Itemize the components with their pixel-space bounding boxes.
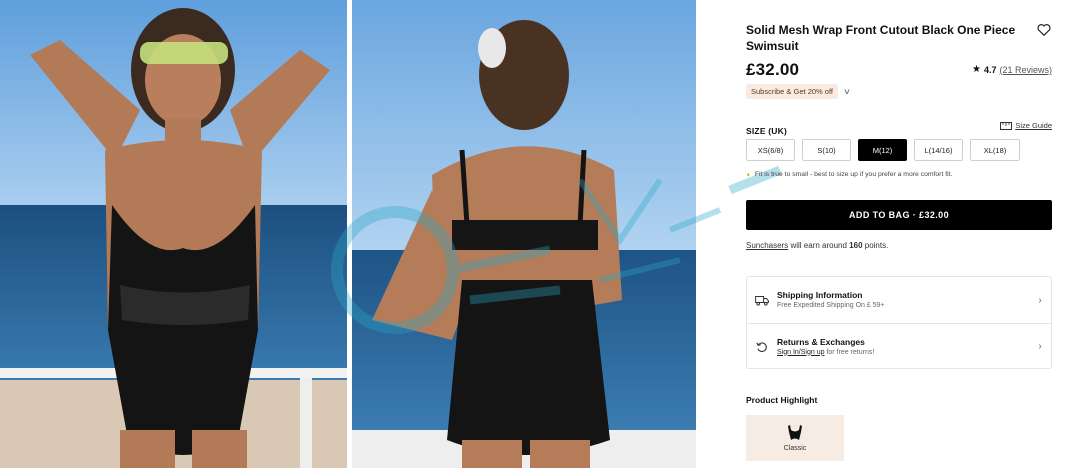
product-title: Solid Mesh Wrap Front Cutout Black One P… [746, 23, 1016, 53]
shipping-title: Shipping Information [777, 290, 863, 300]
subscribe-promo-badge[interactable]: Subscribe & Get 20% off [746, 84, 838, 99]
points-note: Sunchasers will earn around 160 points. [746, 241, 888, 250]
fit-note: ◗ Fit is true to small - best to size up… [746, 170, 952, 179]
shipping-info-text: Shipping Information Free Expedited Ship… [777, 289, 1029, 311]
points-suffix-text: points. [862, 241, 889, 250]
reviews-link[interactable]: (21 Reviews) [999, 65, 1052, 75]
size-header: SIZE (UK) Size Guide [746, 121, 1052, 136]
product-highlight-title: Product Highlight [746, 395, 818, 405]
title-row: Solid Mesh Wrap Front Cutout Black One P… [746, 22, 1052, 54]
points-middle-text: will earn around [788, 241, 850, 250]
sunchasers-link[interactable]: Sunchasers [746, 241, 788, 250]
size-options: XS(6/8) S(10) M(12) L(14/16) XL(18) [746, 139, 1020, 161]
returns-info-text: Returns & Exchanges Sign In/Sign up for … [777, 336, 1029, 358]
return-icon [747, 341, 777, 353]
points-value: 160 [849, 241, 863, 250]
model-front-image [0, 0, 347, 468]
size-option-s[interactable]: S(10) [802, 139, 851, 161]
chevron-down-icon[interactable]: ∨ [843, 87, 851, 96]
model-back-image [352, 0, 696, 468]
price-row: £32.00 ★ 4.7 (21 Reviews) [746, 60, 1052, 80]
size-option-xl[interactable]: XL(18) [970, 139, 1020, 161]
returns-sub-text: for free returns! [824, 348, 875, 356]
highlight-label: Classic [783, 445, 807, 452]
highlight-classic-card: Classic [746, 415, 844, 461]
product-price: £32.00 [746, 60, 800, 79]
fit-note-text: Fit is true to small - best to size up i… [754, 171, 953, 178]
shipping-info-row[interactable]: Shipping Information Free Expedited Ship… [747, 277, 1051, 323]
info-box: Shipping Information Free Expedited Ship… [746, 276, 1052, 369]
rating-score: 4.7 [983, 64, 997, 75]
truck-icon [747, 295, 777, 306]
returns-sub: Sign In/Sign up for free returns! [777, 348, 1029, 358]
chevron-right-icon[interactable]: › [1029, 295, 1051, 306]
size-guide-link[interactable]: Size Guide [1000, 121, 1052, 130]
product-photo-front[interactable] [0, 0, 347, 468]
star-icon: ★ [972, 64, 981, 75]
add-to-bag-button[interactable]: ADD TO BAG · £32.00 [746, 200, 1052, 230]
returns-info-row[interactable]: Returns & Exchanges Sign In/Sign up for … [747, 323, 1051, 369]
shipping-sub: Free Expedited Shipping On £ 59+ [777, 302, 885, 309]
size-label: SIZE (UK) [746, 126, 787, 136]
returns-title: Returns & Exchanges [777, 336, 865, 347]
size-guide-label: Size Guide [1015, 121, 1052, 130]
bulb-icon: ◗ [746, 170, 751, 179]
rating: ★ 4.7 (21 Reviews) [972, 64, 1052, 75]
size-option-l[interactable]: L(14/16) [914, 139, 963, 161]
size-option-xs[interactable]: XS(6/8) [746, 139, 795, 161]
sign-in-link[interactable]: Sign In/Sign up [777, 349, 824, 356]
chevron-right-icon[interactable]: › [1029, 341, 1051, 352]
product-detail-panel: Solid Mesh Wrap Front Cutout Black One P… [746, 0, 1052, 468]
size-option-m[interactable]: M(12) [858, 139, 907, 161]
ruler-icon [1000, 121, 1013, 130]
heart-icon[interactable] [1036, 22, 1052, 38]
product-photo-back[interactable] [352, 0, 696, 468]
promo-row[interactable]: Subscribe & Get 20% off ∨ [746, 84, 851, 99]
swimsuit-icon [788, 425, 802, 440]
